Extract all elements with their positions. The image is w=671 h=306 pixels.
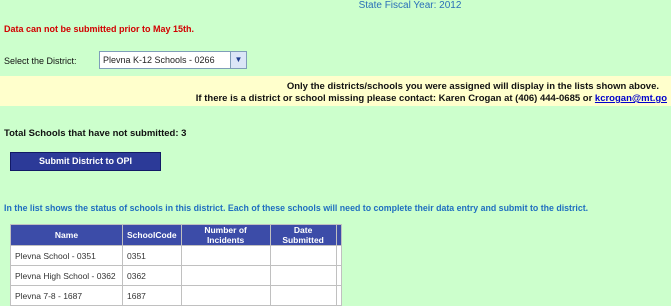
table-row[interactable]: Plevna School - 0351 0351 — [10, 245, 342, 266]
school-name-cell: Plevna School - 0351 — [10, 245, 123, 266]
notice-line-1: Only the districts/schools you were assi… — [286, 81, 659, 92]
school-name-cell: Plevna High School - 0362 — [10, 265, 123, 286]
date-submitted-cell — [269, 285, 337, 306]
fiscal-year-banner: State Fiscal Year: 2012 — [358, 0, 462, 11]
submit-district-button[interactable]: Submit District to OPI — [10, 152, 161, 171]
spacer-cell — [335, 285, 342, 306]
table-row[interactable]: Plevna High School - 0362 0362 — [10, 265, 342, 286]
column-header-incidents[interactable]: Number of Incidents — [180, 224, 271, 246]
column-header-school-code[interactable]: SchoolCode — [122, 224, 182, 246]
incidents-cell — [180, 245, 271, 266]
spacer-cell — [335, 245, 342, 266]
school-code-cell: 1687 — [122, 285, 182, 306]
district-select-value: Plevna K-12 Schools - 0266 — [103, 55, 215, 65]
date-submitted-cell — [269, 265, 337, 286]
school-code-cell: 0362 — [122, 265, 182, 286]
notice-line-2: If there is a district or school missing… — [196, 93, 667, 104]
table-row[interactable]: Plevna 7-8 - 1687 1687 — [10, 285, 342, 306]
contact-email-link[interactable]: kcrogan@mt.go — [595, 93, 667, 104]
column-header-spacer — [335, 224, 342, 246]
school-code-cell: 0351 — [122, 245, 182, 266]
incidents-cell — [180, 285, 271, 306]
chevron-down-icon[interactable]: ▼ — [230, 52, 246, 68]
district-select-label: Select the District: — [4, 56, 77, 66]
schools-status-table: Name SchoolCode Number of Incidents Date… — [10, 224, 342, 306]
notice-contact-text: If there is a district or school missing… — [195, 93, 595, 104]
incidents-cell — [180, 265, 271, 286]
district-select[interactable]: Plevna K-12 Schools - 0266 ▼ — [99, 51, 247, 69]
schools-not-submitted-count: Total Schools that have not submitted: 3 — [4, 128, 187, 139]
school-name-cell: Plevna 7-8 - 1687 — [10, 285, 123, 306]
date-submitted-cell — [269, 245, 337, 266]
table-header-row: Name SchoolCode Number of Incidents Date… — [10, 224, 342, 246]
column-header-date-submitted[interactable]: Date Submitted — [269, 224, 337, 246]
column-header-name[interactable]: Name — [10, 224, 123, 246]
assignment-notice: Only the districts/schools you were assi… — [0, 76, 671, 106]
submission-warning: Data can not be submitted prior to May 1… — [4, 24, 195, 34]
status-info-text: In the list shows the status of schools … — [4, 203, 589, 213]
spacer-cell — [335, 265, 342, 286]
